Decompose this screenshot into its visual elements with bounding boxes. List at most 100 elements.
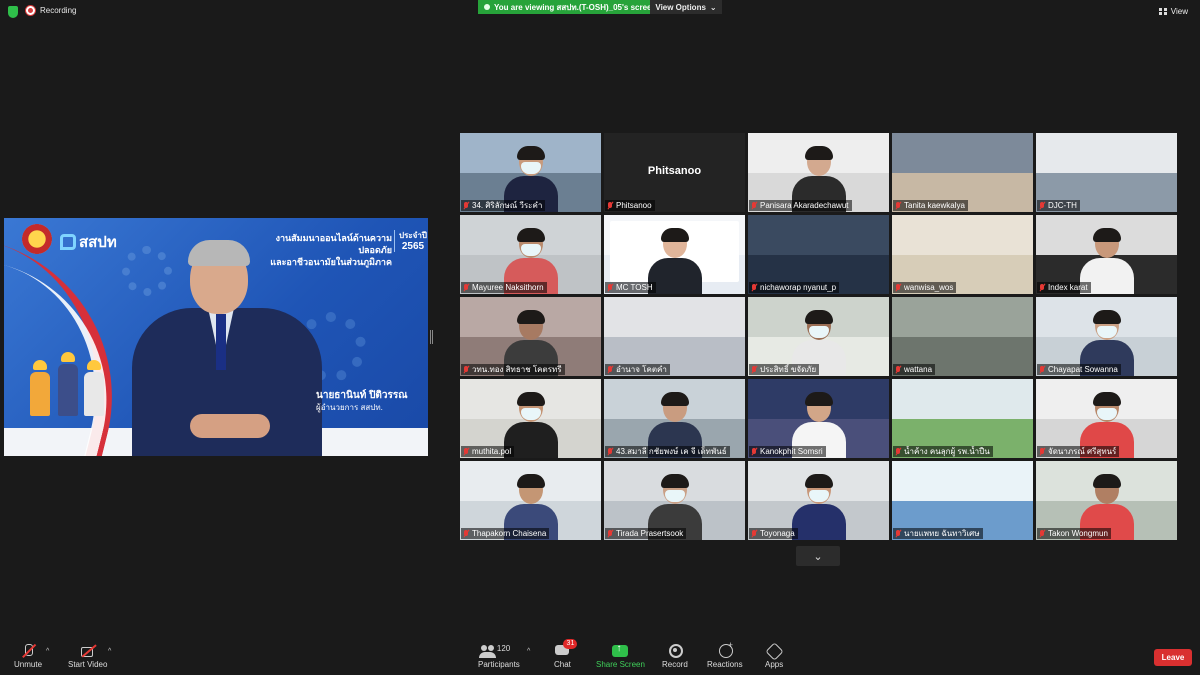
muted-mic-icon: [463, 447, 469, 456]
participant-name: อำนาจ โคตคำ: [616, 365, 667, 374]
view-options-button[interactable]: View Options ⌄: [650, 0, 722, 14]
participant-gallery: 34. ศิริลักษณ์ วีระคำ Phitsanoo Phitsanoo P…: [460, 133, 1177, 542]
participants-count: 120: [496, 644, 511, 653]
participant-name: Phitsanoo: [616, 201, 652, 210]
participant-tile[interactable]: Takon Wongmun: [1036, 461, 1177, 540]
participant-tile[interactable]: 34. ศิริลักษณ์ วีระคำ: [460, 133, 601, 212]
share-screen-button[interactable]: Share Screen: [596, 643, 645, 669]
participant-tile[interactable]: Tanita kaewkalya: [892, 133, 1033, 212]
participant-tile[interactable]: Index karat: [1036, 215, 1177, 294]
participant-name: wanwisa_wos: [904, 283, 954, 292]
security-shield-icon[interactable]: [8, 6, 18, 18]
ministry-seal-logo: [22, 224, 52, 254]
participant-tile[interactable]: Thapakorn Chaisena: [460, 461, 601, 540]
video-background: [1036, 133, 1177, 173]
participant-tile[interactable]: Toyonaga: [748, 461, 889, 540]
recording-dot-icon: [26, 6, 35, 15]
unmute-button[interactable]: Unmute: [14, 644, 42, 669]
chat-button[interactable]: 31 Chat: [554, 639, 578, 669]
viewing-dot-icon: [484, 4, 490, 10]
muted-mic-icon: [895, 283, 901, 292]
participant-name: 43.สมาลี กชัยพงษ์ เค จี เด็ทพันธ์: [616, 447, 727, 456]
workers-illustration: [22, 336, 118, 416]
participant-tile[interactable]: Tirada Prasertsook: [604, 461, 745, 540]
participant-name: muthita.pol: [472, 447, 512, 456]
participant-tile[interactable]: Chayapat Sowanna: [1036, 297, 1177, 376]
record-icon: [667, 644, 683, 658]
record-button[interactable]: Record: [662, 644, 688, 669]
muted-mic-icon: [1039, 201, 1045, 210]
leave-button[interactable]: Leave: [1154, 649, 1192, 666]
participants-options-chevron-icon[interactable]: ^: [527, 648, 530, 655]
participant-tile[interactable]: nichaworap nyanut_p: [748, 215, 889, 294]
view-button[interactable]: View: [1158, 7, 1188, 16]
participant-tile[interactable]: DJC-TH: [1036, 133, 1177, 212]
muted-mic-icon: [607, 529, 613, 538]
muted-mic-icon: [751, 447, 757, 456]
participant-tile[interactable]: Kanokphit Somsri: [748, 379, 889, 458]
gallery-next-page-button[interactable]: ⌄: [796, 546, 840, 566]
participant-tile[interactable]: Mayuree Naksithorn: [460, 215, 601, 294]
participant-name-label: nichaworap nyanut_p: [749, 282, 840, 293]
participant-tile[interactable]: 43.สมาลี กชัยพงษ์ เค จี เด็ทพันธ์: [604, 379, 745, 458]
muted-mic-icon: [463, 283, 469, 292]
muted-mic-icon: [463, 201, 469, 210]
viewing-screen-banner: You are viewing สสปท.(T-OSH)_05's screen: [478, 0, 663, 14]
participant-tile[interactable]: นายแพทย ฉันทาวิเศษ: [892, 461, 1033, 540]
participant-tile[interactable]: ประสิทธิ์ ขจัดภัย: [748, 297, 889, 376]
participant-tile[interactable]: น้ำค้าง คนลุกผู้ รพ.น้ำปืน: [892, 379, 1033, 458]
start-video-button[interactable]: Start Video: [68, 644, 107, 669]
apps-button[interactable]: Apps: [765, 644, 783, 669]
participant-tile[interactable]: Panisara Akaradechawut: [748, 133, 889, 212]
participant-name-label: Phitsanoo: [605, 200, 655, 211]
participant-name-label: Index karat: [1037, 282, 1091, 293]
participant-name-label: Thapakorn Chaisena: [461, 528, 550, 539]
participant-name-label: Panisara Akaradechawut: [749, 200, 852, 211]
participant-tile[interactable]: อำนาจ โคตคำ: [604, 297, 745, 376]
top-bar: Recording You are viewing สสปท.(T-OSH)_0…: [0, 0, 1200, 24]
participant-name-label: muthita.pol: [461, 446, 515, 457]
video-options-chevron-icon[interactable]: ^: [108, 648, 111, 655]
worker-figure: [30, 360, 50, 416]
participant-tile[interactable]: MC TOSH: [604, 215, 745, 294]
participant-name: Toyonaga: [760, 529, 795, 538]
participants-button[interactable]: 120 Participants: [478, 644, 520, 669]
muted-mic-icon: [751, 201, 757, 210]
reactions-button[interactable]: Reactions: [707, 640, 743, 669]
muted-mic-icon: [751, 283, 757, 292]
speaker-figure: [132, 240, 322, 456]
muted-mic-icon: [1039, 529, 1045, 538]
video-background: [892, 215, 1033, 255]
participant-tile[interactable]: Phitsanoo Phitsanoo: [604, 133, 745, 212]
participant-tile[interactable]: จัดนาภรณ์ ศรีสุทนร์: [1036, 379, 1177, 458]
recording-label: Recording: [40, 6, 77, 15]
participant-tile[interactable]: wattana: [892, 297, 1033, 376]
participant-name: Thapakorn Chaisena: [472, 529, 547, 538]
participant-name-label: Tanita kaewkalya: [893, 200, 968, 211]
chat-unread-badge: 31: [563, 639, 578, 649]
chat-icon: 31: [554, 639, 578, 658]
reactions-icon: [717, 640, 733, 658]
participant-name-label: wanwisa_wos: [893, 282, 957, 293]
participant-tile[interactable]: วทน.ทอง สิทธาช โคตรทรี: [460, 297, 601, 376]
apps-label: Apps: [765, 660, 784, 669]
grid-view-icon: [1158, 8, 1167, 15]
participant-tile[interactable]: muthita.pol: [460, 379, 601, 458]
event-year: ประจำปี 2565: [394, 230, 427, 252]
video-background: [604, 297, 745, 337]
chat-label: Chat: [554, 660, 571, 669]
audio-options-chevron-icon[interactable]: ^: [46, 648, 49, 655]
participant-tile[interactable]: wanwisa_wos: [892, 215, 1033, 294]
participant-center-name: Phitsanoo: [647, 165, 702, 177]
speaker-nameplate: นายธานินท์ ปิติวรรณ ผู้อำนวยการ สสปท.: [316, 390, 408, 414]
split-view-handle[interactable]: [430, 330, 433, 344]
participant-name-label: Toyonaga: [749, 528, 798, 539]
view-options-label: View Options: [655, 2, 706, 12]
meeting-toolbar: Unmute ^ Start Video ^ 120 Participants …: [0, 639, 1200, 675]
muted-mic-icon: [751, 365, 757, 374]
muted-mic-icon: [895, 365, 901, 374]
recording-indicator[interactable]: Recording: [26, 6, 76, 15]
muted-mic-icon: [607, 201, 613, 210]
participant-name-label: ประสิทธิ์ ขจัดภัย: [749, 364, 820, 375]
share-screen-icon: [612, 643, 629, 658]
